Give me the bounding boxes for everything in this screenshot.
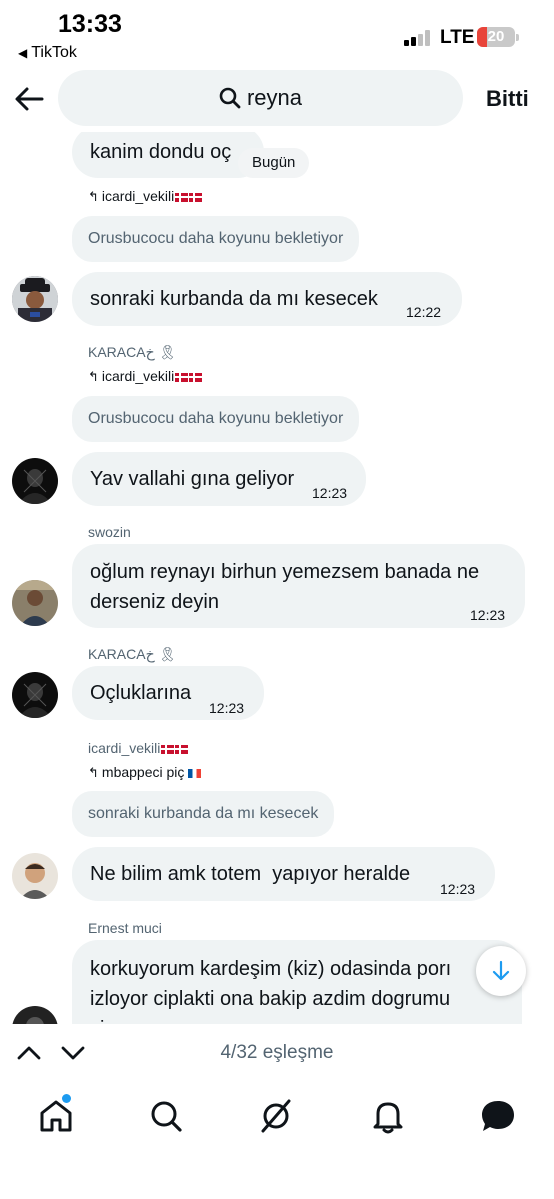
avatar[interactable] — [12, 458, 58, 504]
message-time: 12:23 — [470, 607, 506, 623]
sender-name: KARACAخ 🎗 — [88, 344, 177, 360]
message-text: Yav vallahi gına geliyor — [90, 468, 295, 490]
back-app-label: TikTok — [31, 44, 77, 61]
flag-icon — [175, 744, 189, 754]
avatar[interactable] — [12, 672, 58, 718]
signal-icon — [404, 30, 434, 46]
network-label: LTE — [440, 27, 475, 48]
date-pill: Bugün — [238, 148, 310, 178]
reply-arrow-icon: ↰ — [88, 369, 99, 384]
message-text-line-2: izloyor ciplakti ona bakip azdim dogrumu — [90, 988, 451, 1010]
message-time: 12:23 — [312, 485, 348, 501]
flag-icon — [189, 372, 203, 382]
reply-arrow-icon: ↰ — [88, 189, 99, 204]
notifications-icon[interactable] — [368, 1096, 408, 1136]
sender-name: swozin — [88, 524, 131, 540]
search-icon[interactable] — [146, 1096, 186, 1136]
quoted-message[interactable]: Orusbucocu daha koyunu bekletiyor — [72, 216, 360, 262]
avatar[interactable] — [12, 580, 58, 626]
arrow-left-icon[interactable] — [12, 82, 46, 116]
avatar[interactable] — [12, 1006, 58, 1024]
home-icon[interactable] — [36, 1096, 76, 1136]
messages-icon[interactable] — [478, 1096, 518, 1136]
message-bubble[interactable]: sonraki kurbanda da mı kesecek 12:22 — [72, 272, 462, 326]
message-bubble[interactable]: oğlum reynayı birhun yemezsem banada ne … — [72, 544, 525, 628]
back-triangle-icon: ◀ — [18, 46, 28, 60]
match-count: 4/32 eşleşme — [220, 1042, 334, 1063]
sender-name: icardi_vekili — [88, 740, 189, 756]
search-input[interactable]: reyna — [58, 70, 463, 126]
battery-icon: 20 — [477, 27, 519, 47]
message-text: kanim dondu oç — [90, 141, 232, 163]
message-time: 12:22 — [406, 304, 442, 320]
message-bubble[interactable]: Ne bilim amk totem yapıyor heralde 12:23 — [72, 847, 495, 901]
chat-thread[interactable]: kanim dondu oç Bugün ↰ icardi_vekili Orus… — [0, 132, 554, 1024]
search-query: reyna — [246, 85, 303, 110]
message-text-line-1: korkuyorum kardeşim (kiz) odasinda porı — [90, 958, 452, 980]
reply-indicator: ↰ mbappeci piç — [88, 764, 202, 781]
bottom-navigation — [0, 1082, 554, 1199]
message-bubble[interactable]: kanim dondu oç — [72, 132, 264, 178]
message-text-line-3: sizce — [90, 1014, 136, 1024]
message-text: Ne bilim amk totem yapıyor heralde — [90, 863, 411, 885]
message-text-line-2: derseniz deyin — [90, 591, 219, 613]
message-time: 12:23 — [440, 881, 476, 897]
message-bubble[interactable]: korkuyorum kardeşim (kiz) odasinda porı … — [72, 940, 522, 1024]
notification-dot — [62, 1094, 71, 1103]
back-to-app-link[interactable]: ◀ TikTok — [18, 44, 77, 62]
status-time: 13:33 — [58, 10, 122, 38]
search-match-bar: 4/32 eşleşme — [0, 1024, 554, 1082]
reply-arrow-icon: ↰ — [88, 765, 99, 780]
quoted-message[interactable]: Orusbucocu daha koyunu bekletiyor — [72, 396, 360, 442]
message-time: 12:23 — [209, 700, 245, 716]
avatar[interactable] — [12, 853, 58, 899]
message-text-line-1: oğlum reynayı birhun yemezsem banada ne — [90, 561, 480, 583]
status-bar: 13:33 ◀ TikTok LTE 20 — [0, 0, 554, 66]
scroll-to-bottom-button[interactable] — [476, 946, 526, 996]
search-header: reyna Bitti — [0, 66, 554, 132]
done-button[interactable]: Bitti — [486, 86, 529, 112]
search-icon — [219, 87, 241, 109]
avatar[interactable] — [12, 276, 58, 322]
grok-icon[interactable] — [256, 1096, 296, 1136]
arrow-down-icon — [492, 960, 510, 981]
reply-indicator: ↰ icardi_vekili — [88, 368, 203, 385]
battery-level: 20 — [487, 28, 505, 45]
flag-icon — [175, 372, 189, 382]
message-bubble[interactable]: Oçluklarına 12:23 — [72, 666, 264, 720]
reply-indicator: ↰ icardi_vekili — [88, 188, 203, 205]
flag-icon — [189, 192, 203, 202]
sender-name: Ernest muci — [88, 920, 162, 936]
sender-name: KARACAخ 🎗 — [88, 646, 177, 662]
message-text: sonraki kurbanda da mı kesecek — [90, 288, 378, 310]
flag-icon — [161, 744, 175, 754]
flag-icon — [175, 192, 189, 202]
message-text: Oçluklarına — [90, 682, 192, 704]
message-bubble[interactable]: Yav vallahi gına geliyor 12:23 — [72, 452, 366, 506]
flag-icon — [188, 768, 202, 778]
quoted-message[interactable]: sonraki kurbanda da mı kesecek — [72, 791, 335, 837]
